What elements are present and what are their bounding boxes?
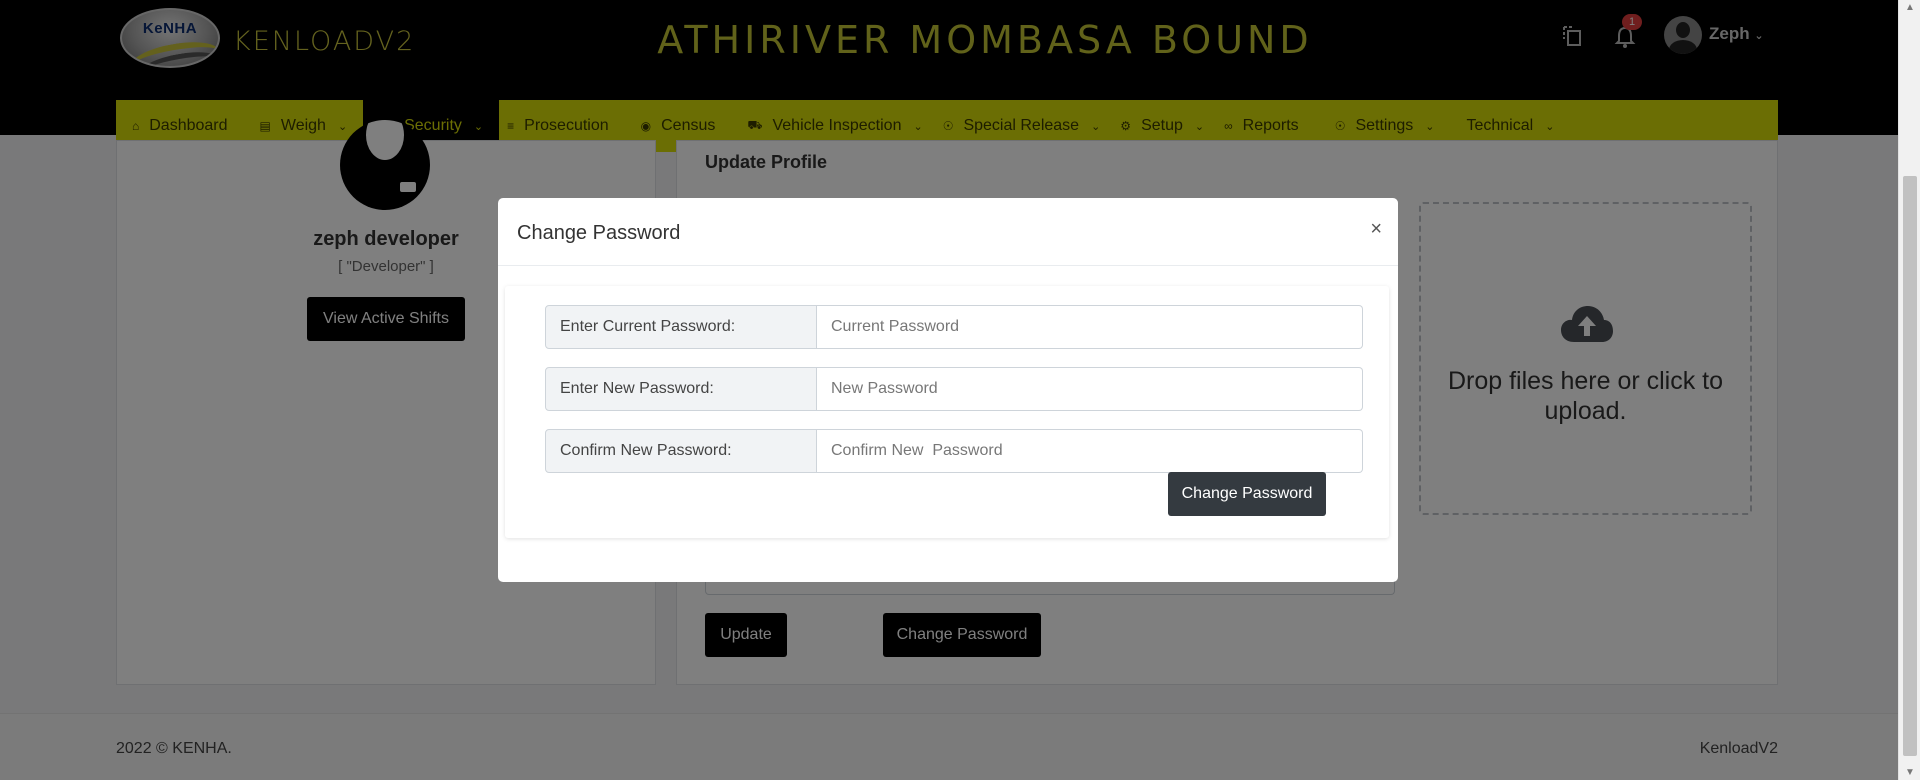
current-password-input[interactable]	[817, 305, 1363, 349]
current-password-row: Enter Current Password:	[545, 305, 1363, 349]
scroll-down-arrow[interactable]: ▼	[1899, 767, 1920, 778]
scroll-up-arrow[interactable]: ▲	[1899, 2, 1920, 13]
modal-title: Change Password	[517, 222, 681, 244]
modal-header: Change Password ×	[498, 198, 1398, 266]
confirm-password-row: Confirm New Password:	[545, 429, 1363, 473]
current-password-label: Enter Current Password:	[545, 305, 817, 349]
new-password-row: Enter New Password:	[545, 367, 1363, 411]
change-password-modal: Change Password × Enter Current Password…	[498, 198, 1398, 582]
confirm-password-label: Confirm New Password:	[545, 429, 817, 473]
new-password-label: Enter New Password:	[545, 367, 817, 411]
close-icon[interactable]: ×	[1370, 218, 1382, 241]
change-password-submit-button[interactable]: Change Password	[1168, 472, 1326, 516]
page-scrollbar[interactable]: ▲ ▼	[1898, 0, 1920, 780]
new-password-input[interactable]	[817, 367, 1363, 411]
modal-form-card: Enter Current Password: Enter New Passwo…	[505, 286, 1389, 538]
scrollbar-thumb[interactable]	[1903, 176, 1917, 756]
confirm-password-input[interactable]	[817, 429, 1363, 473]
